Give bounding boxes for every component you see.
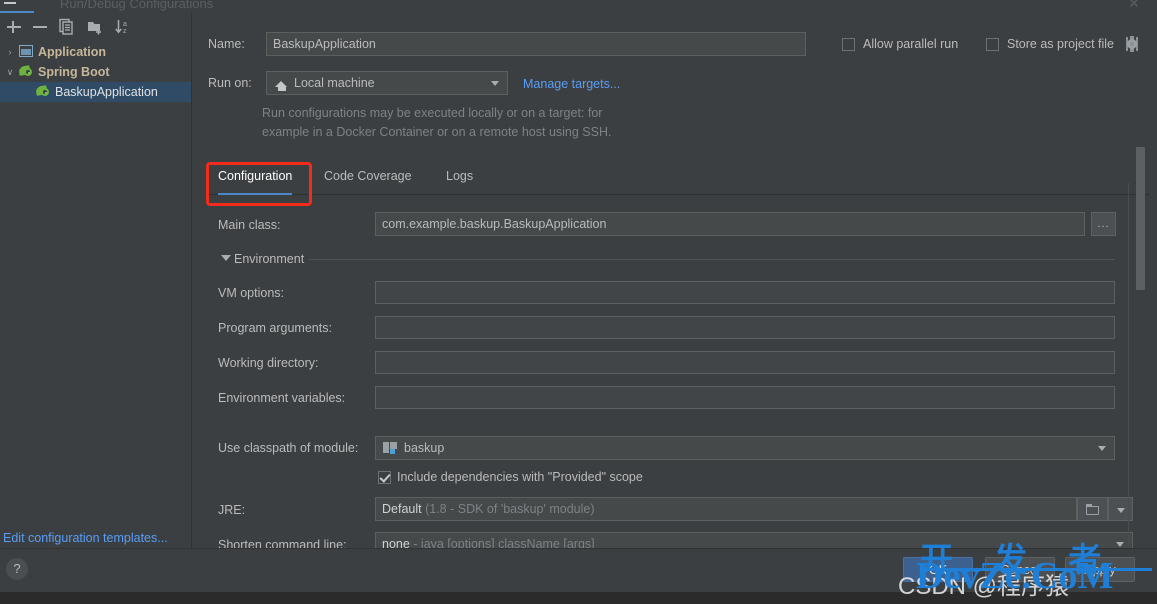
edit-configuration-templates-link[interactable]: Edit configuration templates... xyxy=(3,531,168,545)
window-minimize-indicator[interactable] xyxy=(0,0,34,14)
chevron-down-icon xyxy=(1116,542,1124,547)
environment-divider xyxy=(309,259,1115,260)
details-scrollbar[interactable] xyxy=(1136,142,1145,542)
dialog-title: Run/Debug Configurations xyxy=(60,0,214,11)
module-classpath-value: baskup xyxy=(404,441,445,455)
jre-dropdown-button[interactable] xyxy=(1108,497,1133,521)
jre-input[interactable]: Default (1.8 - SDK of 'baskup' module) xyxy=(375,497,1077,521)
run-debug-configurations-dialog: Run/Debug Configurations ✕ a z › Applica… xyxy=(0,0,1157,604)
vm-options-label: VM options: xyxy=(218,286,285,300)
environment-variables-input[interactable] xyxy=(375,386,1115,409)
application-icon xyxy=(19,45,34,59)
jre-value: Default xyxy=(382,502,422,516)
run-on-hint-line-1: Run configurations may be executed local… xyxy=(262,106,603,120)
chevron-down-icon xyxy=(1117,508,1125,513)
run-on-target-select[interactable]: Local machine xyxy=(266,71,508,95)
tree-item-label: Application xyxy=(38,45,107,59)
svg-text:z: z xyxy=(123,28,127,35)
run-on-hint-line-2: example in a Docker Container or on a re… xyxy=(262,125,612,139)
configuration-details-panel: Name: BaskupApplication Allow parallel r… xyxy=(192,13,1157,556)
tab-logs[interactable]: Logs xyxy=(446,160,473,193)
browse-main-class-button[interactable]: ... xyxy=(1091,212,1116,236)
run-on-target-value: Local machine xyxy=(294,76,375,90)
remove-configuration-icon[interactable] xyxy=(30,17,50,37)
main-class-label: Main class: xyxy=(218,218,281,232)
working-directory-label: Working directory: xyxy=(218,356,319,370)
environment-collapse-icon[interactable] xyxy=(221,255,231,261)
copy-configuration-icon[interactable] xyxy=(57,17,77,37)
sidebar-toolbar: a z xyxy=(0,14,191,40)
vm-options-input[interactable] xyxy=(375,281,1115,304)
spring-boot-icon xyxy=(18,65,34,79)
tree-item-label: Spring Boot xyxy=(38,65,110,79)
expand-arrow-icon[interactable]: › xyxy=(4,42,16,62)
pane-divider xyxy=(1128,183,1129,548)
spring-boot-icon xyxy=(35,85,51,99)
home-icon xyxy=(275,77,288,91)
taskbar-strip xyxy=(0,592,1157,604)
scrollbar-thumb[interactable] xyxy=(1136,147,1145,290)
use-classpath-label: Use classpath of module: xyxy=(218,441,359,455)
new-folder-icon[interactable] xyxy=(85,17,105,37)
sort-alphabetically-icon[interactable]: a z xyxy=(113,17,133,37)
folder-icon xyxy=(1085,502,1101,518)
configurations-tree: › Application ∨ Spring Boot BaskupApplic… xyxy=(0,42,191,102)
module-classpath-select[interactable]: baskup xyxy=(375,436,1115,460)
tree-item-spring-boot[interactable]: ∨ Spring Boot xyxy=(0,62,191,82)
close-icon[interactable]: ✕ xyxy=(1127,0,1141,10)
watermark-underline xyxy=(922,568,1152,571)
working-directory-input[interactable] xyxy=(375,351,1115,374)
svg-text:a: a xyxy=(123,21,127,28)
store-as-project-file-checkbox[interactable] xyxy=(986,38,999,51)
browse-button-label: ... xyxy=(1097,218,1110,230)
jre-value-hint: (1.8 - SDK of 'baskup' module) xyxy=(425,502,595,516)
main-class-input[interactable]: com.example.baskup.BaskupApplication xyxy=(375,212,1085,236)
store-as-project-file-label: Store as project file xyxy=(1007,37,1114,51)
add-configuration-icon[interactable] xyxy=(4,17,24,37)
chevron-down-icon xyxy=(491,81,499,86)
module-icon xyxy=(383,442,397,454)
jre-label: JRE: xyxy=(218,503,246,517)
manage-targets-link[interactable]: Manage targets... xyxy=(523,77,620,91)
chevron-down-icon xyxy=(1098,446,1106,451)
gear-icon[interactable] xyxy=(1125,36,1139,52)
run-on-label: Run on: xyxy=(208,76,252,90)
name-label: Name: xyxy=(208,37,245,51)
tab-bar: Configuration Code Coverage Logs xyxy=(208,160,1149,195)
browse-jre-button[interactable] xyxy=(1077,497,1108,521)
environment-section-label: Environment xyxy=(234,252,305,266)
tree-item-application[interactable]: › Application xyxy=(0,42,191,62)
name-input[interactable]: BaskupApplication xyxy=(266,32,806,56)
environment-variables-label: Environment variables: xyxy=(218,391,346,405)
program-arguments-input[interactable] xyxy=(375,316,1115,339)
program-arguments-label: Program arguments: xyxy=(218,321,332,335)
include-provided-scope-label: Include dependencies with "Provided" sco… xyxy=(397,470,643,484)
dialog-titlebar: Run/Debug Configurations ✕ xyxy=(0,0,1157,14)
help-button[interactable]: ? xyxy=(6,558,28,580)
tab-code-coverage[interactable]: Code Coverage xyxy=(324,160,412,193)
allow-parallel-run-label: Allow parallel run xyxy=(863,37,959,51)
tree-item-label: BaskupApplication xyxy=(55,85,158,99)
allow-parallel-run-checkbox[interactable] xyxy=(842,38,855,51)
collapse-arrow-icon[interactable]: ∨ xyxy=(4,62,16,82)
tree-item-baskupapplication[interactable]: BaskupApplication xyxy=(0,82,191,102)
configurations-sidebar: a z › Application ∨ Spring Boot BaskupAp… xyxy=(0,13,192,548)
tab-configuration[interactable]: Configuration xyxy=(218,160,293,195)
include-provided-scope-checkbox[interactable] xyxy=(378,471,391,484)
